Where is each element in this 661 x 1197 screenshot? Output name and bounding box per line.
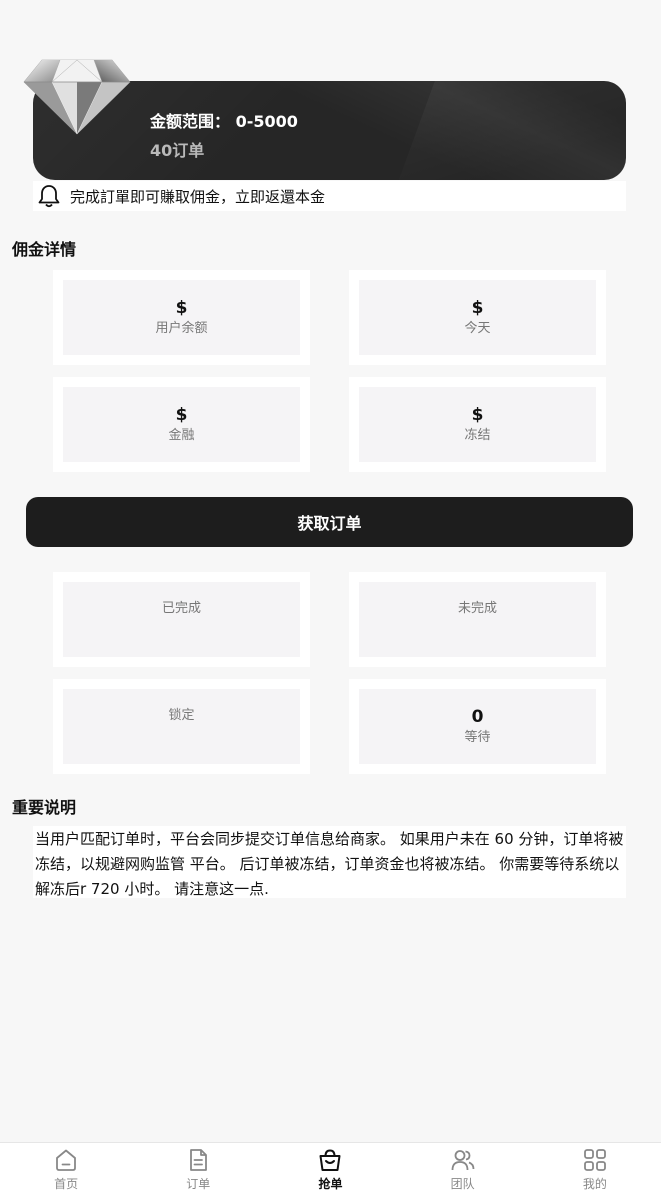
completed-label: 已完成 xyxy=(161,601,201,616)
nav-orders-label: 订单 xyxy=(186,1177,211,1191)
important-title: 重要说明 xyxy=(12,798,77,817)
incomplete-label: 未完成 xyxy=(457,601,497,616)
finance-label: 金融 xyxy=(168,427,195,443)
balance-value: $ xyxy=(175,297,188,318)
bottom-nav: 首页 订单 抢单 团队 我的 xyxy=(0,1142,661,1197)
nav-orders[interactable]: 订单 xyxy=(132,1143,264,1197)
nav-grab[interactable]: 抢单 xyxy=(264,1143,396,1197)
waiting-value: 0 xyxy=(471,706,484,727)
frozen-value: $ xyxy=(471,404,484,425)
balance-label: 用户余额 xyxy=(155,320,208,336)
amount-range: 金额范围： 0-5000 xyxy=(150,108,298,132)
diamond-icon xyxy=(23,59,131,135)
locked-tile: 锁定 xyxy=(53,679,310,774)
home-icon xyxy=(56,1149,76,1171)
shopping-bag-icon xyxy=(319,1149,341,1171)
balance-tile: $ 用户余额 xyxy=(53,270,310,365)
bell-icon xyxy=(38,185,60,208)
document-icon xyxy=(190,1149,208,1171)
grab-order-page: 金额范围： 0-5000 40订单 完成訂單即可賺取佣金，立即返還本金 佣金详情… xyxy=(0,0,661,1197)
notice-bar: 完成訂單即可賺取佣金，立即返還本金 xyxy=(33,181,626,211)
nav-mine[interactable]: 我的 xyxy=(529,1143,661,1197)
today-tile: $ 今天 xyxy=(349,270,606,365)
commission-title: 佣金详情 xyxy=(12,240,77,259)
grid-icon xyxy=(583,1149,606,1171)
notice-text: 完成訂單即可賺取佣金，立即返還本金 xyxy=(70,187,326,206)
today-value: $ xyxy=(471,297,484,318)
incomplete-tile: 未完成 xyxy=(349,572,606,667)
waiting-label: 等待 xyxy=(464,729,491,745)
get-order-button[interactable]: 获取订单 xyxy=(26,497,633,547)
nav-team-label: 团队 xyxy=(450,1177,475,1191)
finance-value: $ xyxy=(175,404,188,425)
frozen-label: 冻结 xyxy=(464,427,491,443)
nav-mine-label: 我的 xyxy=(582,1177,607,1191)
amount-range-value: 0-5000 xyxy=(235,112,298,131)
nav-team[interactable]: 团队 xyxy=(397,1143,529,1197)
finance-tile: $ 金融 xyxy=(53,377,310,472)
today-label: 今天 xyxy=(464,320,491,336)
completed-tile: 已完成 xyxy=(53,572,310,667)
locked-label: 锁定 xyxy=(168,708,195,723)
team-icon xyxy=(451,1150,475,1171)
amount-range-label: 金额范围： xyxy=(150,112,231,131)
nav-grab-label: 抢单 xyxy=(318,1177,343,1191)
frozen-tile: $ 冻结 xyxy=(349,377,606,472)
order-count: 40订单 xyxy=(150,141,205,160)
waiting-tile: 0 等待 xyxy=(349,679,606,774)
important-text: 当用户匹配订单时，平台会同步提交订单信息给商家。 如果用户未在 60 分钟，订单… xyxy=(33,826,626,898)
nav-home[interactable]: 首页 xyxy=(0,1143,132,1197)
nav-home-label: 首页 xyxy=(54,1177,79,1191)
